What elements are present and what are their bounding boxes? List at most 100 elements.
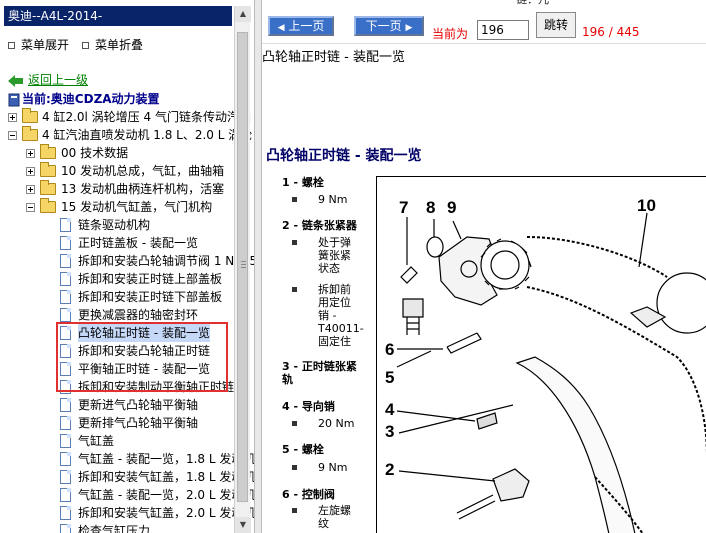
triangle-left-icon: ◀ — [277, 23, 285, 33]
document-icon — [60, 452, 71, 466]
callout-9: 9 — [447, 198, 456, 217]
collapse-all-button[interactable]: 菜单折叠 — [82, 38, 143, 52]
bullet-icon — [292, 197, 297, 202]
legend-item-2: 2 - 链条张紧器 — [282, 219, 357, 232]
prev-page-button[interactable]: ◀ 上一页 — [268, 16, 334, 36]
tree-item[interactable]: 4 缸汽油直喷发动机 1.8 L、2.0 L 涡轮 — [8, 126, 252, 144]
tree-item[interactable]: 气缸盖 - 装配一览，1.8 L 发动机 — [60, 450, 254, 468]
callout-10: 10 — [637, 196, 656, 215]
clipped-text: 链：儿 — [516, 0, 549, 6]
timing-chain-illustration: 7 8 9 10 6 5 4 3 2 — [385, 196, 706, 533]
document-icon — [60, 434, 71, 448]
bullet-icon — [292, 465, 297, 470]
document-icon — [60, 218, 71, 232]
document-icon — [60, 470, 71, 484]
document-icon — [60, 398, 71, 412]
document-icon — [60, 416, 71, 430]
document-title: 凸轮轴正时链 - 装配一览 — [266, 148, 422, 164]
document-icon — [60, 488, 71, 502]
navigation-pane: 奥迪--A4L-2014- 菜单展开 菜单折叠 返回上一级 当前:奥迪CDZA动… — [0, 0, 254, 533]
scroll-up-arrow-icon[interactable]: ▲ — [235, 6, 251, 22]
callout-8: 8 — [426, 198, 435, 217]
expand-toggle-icon[interactable] — [26, 185, 35, 194]
callout-4: 4 — [385, 400, 395, 419]
document-icon — [60, 506, 71, 520]
jump-button[interactable]: 跳转 — [536, 12, 576, 38]
scroll-thumb[interactable] — [237, 32, 248, 502]
bullet-icon — [292, 508, 297, 513]
pane-splitter[interactable] — [254, 0, 262, 533]
document-header: 凸轮轴正时链 - 装配一览 — [262, 50, 405, 65]
folder-icon — [40, 180, 56, 195]
legend-sub: 20 Nm — [318, 417, 355, 430]
legend-item-6: 6 - 控制阀 — [282, 488, 335, 501]
scroll-down-arrow-icon[interactable]: ▼ — [235, 517, 251, 533]
tree-item[interactable]: 15 发动机气缸盖，气门机构 — [26, 198, 234, 216]
legend-item-4: 4 - 导向销 — [282, 400, 335, 413]
tree-item[interactable]: 10 发动机总成，气缸，曲轴箱 — [26, 162, 234, 180]
highlight-annotation-box — [56, 322, 228, 392]
document-icon — [60, 272, 71, 286]
tree-item[interactable]: 拆卸和安装气缸盖，1.8 L 发动机 — [60, 468, 254, 486]
document-icon — [60, 290, 71, 304]
expand-toggle-icon[interactable] — [8, 113, 17, 122]
tree-item[interactable]: 拆卸和安装气缸盖，2.0 L 发动机 — [60, 504, 254, 522]
folder-open-icon — [40, 198, 56, 213]
page-count: 196 / 445 — [582, 25, 640, 39]
callout-2: 2 — [385, 460, 394, 479]
tree-item[interactable]: 气缸盖 — [60, 432, 234, 450]
page-number-input[interactable]: 196 — [477, 20, 529, 40]
tree-item[interactable]: 气缸盖 - 装配一览，2.0 L 发动机 — [60, 486, 254, 504]
back-arrow-icon — [8, 74, 23, 87]
back-link[interactable]: 返回上一级 — [8, 71, 88, 87]
content-pane: ◀ 上一页 下一页 ▶ 当前为 196 跳转 196 / 445 链：儿 凸轮轴… — [262, 0, 706, 533]
collapse-icon — [82, 42, 89, 49]
bullet-icon — [292, 287, 297, 292]
folder-icon — [40, 162, 56, 177]
document-icon — [60, 254, 71, 268]
folder-icon — [22, 108, 38, 123]
tree-item[interactable]: 链条驱动机构 — [60, 216, 234, 234]
legend-item-3: 3 - 正时链张紧 轨 — [282, 360, 357, 386]
tree-item[interactable]: 拆卸和安装正时链下部盖板 — [60, 288, 234, 306]
collapse-toggle-icon[interactable] — [8, 131, 17, 140]
callout-7: 7 — [399, 198, 408, 217]
page-toolbar: ◀ 上一页 下一页 ▶ 当前为 196 跳转 196 / 445 链：儿 — [262, 0, 706, 44]
legend-sub: 左旋螺 纹 — [318, 504, 351, 530]
collapse-toggle-icon[interactable] — [26, 203, 35, 212]
expand-toggle-icon[interactable] — [26, 167, 35, 176]
expand-icon — [8, 42, 15, 49]
next-page-button[interactable]: 下一页 ▶ — [354, 16, 424, 36]
tree-item[interactable]: 拆卸和安装正时链上部盖板 — [60, 270, 234, 288]
tree-item[interactable]: 更新排气凸轮轴平衡轴 — [60, 414, 234, 432]
expand-toggle-icon[interactable] — [26, 149, 35, 158]
assembly-diagram: 7 8 9 10 6 5 4 3 2 — [376, 176, 706, 533]
book-icon — [8, 93, 20, 106]
callout-3: 3 — [385, 422, 394, 441]
tree-item[interactable]: 13 发动机曲柄连杆机构，活塞 — [26, 180, 234, 198]
tree-item[interactable]: 4 缸2.0l 涡轮增压 4 气门链条传动汽油 — [8, 108, 251, 126]
document-icon — [60, 524, 71, 533]
callout-6: 6 — [385, 340, 394, 359]
expand-all-button[interactable]: 菜单展开 — [8, 38, 69, 52]
legend-item-1: 1 - 螺栓 — [282, 176, 324, 189]
bullet-icon — [292, 240, 297, 245]
document-icon — [60, 308, 71, 322]
legend-sub: 9 Nm — [318, 461, 348, 474]
pane-title: 奥迪--A4L-2014- — [4, 6, 232, 26]
legend-sub: 拆卸前 用定位 销 - T40011- 固定住 — [318, 283, 364, 348]
tree-item[interactable]: 正时链盖板 - 装配一览 — [60, 234, 234, 252]
legend-sub: 9 Nm — [318, 193, 348, 206]
current-page-label: 当前为 — [432, 27, 469, 41]
bullet-icon — [292, 421, 297, 426]
legend-item-5: 5 - 螺栓 — [282, 443, 324, 456]
document-icon — [60, 236, 71, 250]
legend-sub: 处于弹 簧张紧 状态 — [318, 236, 351, 275]
callout-5: 5 — [385, 368, 394, 387]
vertical-scrollbar[interactable]: ▲ ▼ — [234, 6, 251, 533]
tree-item[interactable]: 更新进气凸轮轴平衡轴 — [60, 396, 234, 414]
tree-item[interactable]: 检查气缸压力 — [60, 522, 234, 533]
tree-item[interactable]: 拆卸和安装凸轮轴调节阀 1 N205 — [60, 252, 254, 270]
folder-open-icon — [22, 126, 38, 141]
tree-item[interactable]: 00 技术数据 — [26, 144, 234, 162]
